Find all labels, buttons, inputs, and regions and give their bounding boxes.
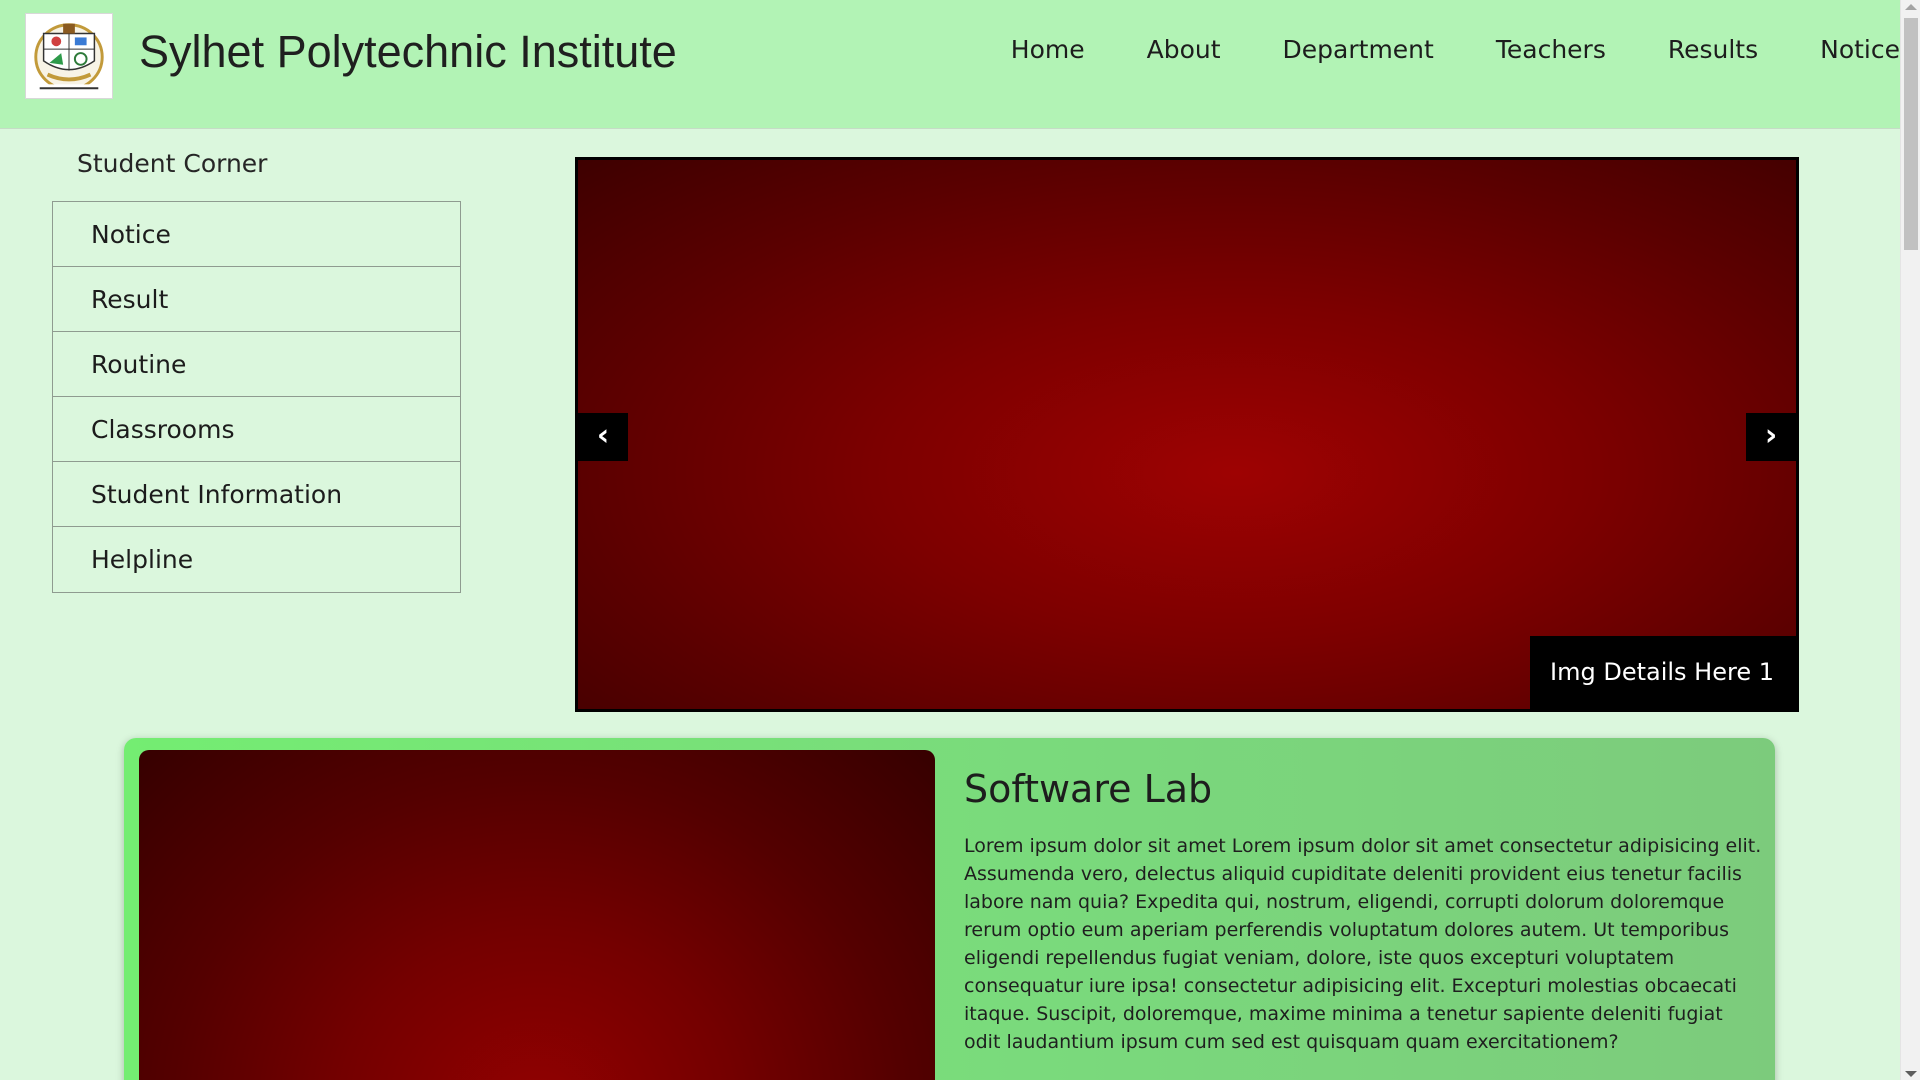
lab-text: Software Lab Lorem ipsum dolor sit amet … <box>964 766 1764 1056</box>
nav-notice[interactable]: Notice <box>1820 30 1900 70</box>
chevron-left-icon: ‹ <box>596 418 610 453</box>
scroll-down-icon[interactable] <box>1905 1071 1917 1077</box>
slider-prev-button[interactable]: ‹ <box>578 413 628 461</box>
sidebar-item-student-information[interactable]: Student Information <box>53 462 460 527</box>
scroll-up-icon[interactable] <box>1905 4 1917 10</box>
image-slider: ‹ › Img Details Here 1 <box>575 157 1799 712</box>
sidebar-item-classrooms[interactable]: Classrooms <box>53 397 460 462</box>
site-title: Sylhet Polytechnic Institute <box>139 26 677 77</box>
main-nav: Home About Department Teachers Results N… <box>949 30 1900 70</box>
chevron-right-icon: › <box>1764 418 1778 453</box>
sidebar-title: Student Corner <box>77 149 268 178</box>
slider-next-button[interactable]: › <box>1746 413 1796 461</box>
lab-image <box>139 750 935 1080</box>
institute-logo-icon[interactable] <box>25 13 113 99</box>
nav-department[interactable]: Department <box>1283 30 1434 70</box>
sidebar-item-notice[interactable]: Notice <box>53 202 460 267</box>
scrollbar-thumb[interactable] <box>1904 18 1918 250</box>
sidebar-item-helpline[interactable]: Helpline <box>53 527 460 592</box>
lab-description: Lorem ipsum dolor sit amet Lorem ipsum d… <box>964 835 1762 1053</box>
site-header: Sylhet Polytechnic Institute Home About … <box>0 0 1900 129</box>
software-lab-card: Software Lab Lorem ipsum dolor sit amet … <box>124 738 1775 1080</box>
slider-caption: Img Details Here 1 <box>1530 636 1796 709</box>
nav-results[interactable]: Results <box>1668 30 1758 70</box>
sidebar-item-result[interactable]: Result <box>53 267 460 332</box>
nav-teachers[interactable]: Teachers <box>1496 30 1606 70</box>
lab-title: Software Lab <box>964 767 1213 811</box>
nav-home[interactable]: Home <box>1011 30 1085 70</box>
page-scrollbar[interactable] <box>1900 0 1920 1080</box>
student-corner-menu: Notice Result Routine Classrooms Student… <box>52 201 461 593</box>
sidebar-item-routine[interactable]: Routine <box>53 332 460 397</box>
nav-about[interactable]: About <box>1147 30 1221 70</box>
